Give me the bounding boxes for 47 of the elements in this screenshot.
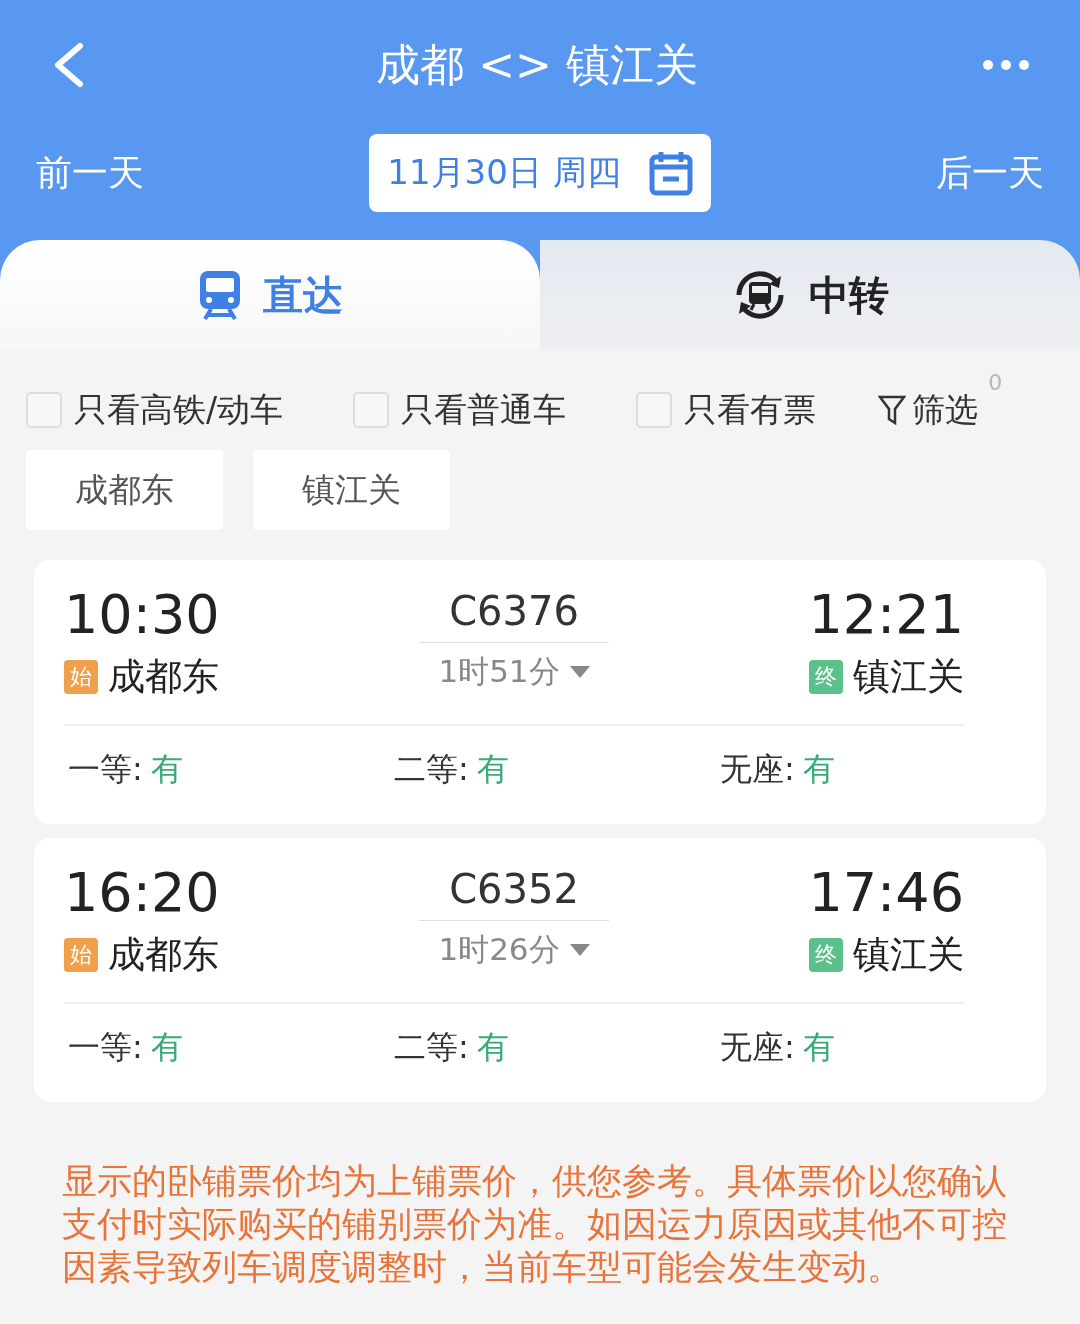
train-card[interactable]: 16:20 始 成都东 C6352 1时26分 17:46 终 镇江关 一等: 有 二等: 有 无座: 有 [34,838,1046,1102]
train-card[interactable]: 10:30 始 成都东 C6376 1时51分 12:21 终 镇江关 一等: 有 二等: 有 无座: 有 [34,560,1046,824]
station-chip[interactable]: 成都东 [26,450,223,530]
seat-availability: 有 [802,1027,835,1068]
arrival-station: 镇江关 [853,654,964,700]
departure-time: 10:30 [64,582,220,648]
departure-time: 16:20 [64,860,220,926]
train-number: C6352 [419,860,609,921]
end-badge: 终 [809,938,843,972]
seat-class: 二等: [394,749,469,790]
start-badge: 始 [64,660,98,694]
seat-class: 无座: [720,749,795,790]
filter-checkbox[interactable]: 只看高铁/动车 [26,387,284,433]
seat-availability: 有 [476,749,509,790]
seat-availability: 有 [150,749,183,790]
seat-availability: 有 [150,1027,183,1068]
seat-availability: 有 [802,749,835,790]
filter-checkbox[interactable]: 只看有票 [636,387,817,433]
caret-icon [569,666,590,678]
seat-availability: 有 [476,1027,509,1068]
start-badge: 始 [64,938,98,972]
tab[interactable]: 中转 [540,240,1080,350]
departure-station: 成都东 [108,654,219,700]
arrival-time: 17:46 [808,860,964,926]
seat-class: 无座: [720,1027,795,1068]
arrival-station: 镇江关 [853,932,964,978]
filter-checkbox[interactable]: 只看普通车 [353,387,567,433]
seat-class: 一等: [68,749,143,790]
seat-class: 一等: [68,1027,143,1068]
caret-icon [569,944,590,956]
departure-station: 成都东 [108,932,219,978]
end-badge: 终 [809,660,843,694]
funnel-icon [878,394,907,426]
filter-count: 0 [988,369,1003,395]
tab[interactable]: 直达 [0,240,540,350]
duration-button[interactable]: 1时26分 [438,929,590,971]
notice-text: 显示的卧铺票价均为上铺票价，供您参考。具体票价以您确认支付时实际购买的铺别票价为准。如因运力原因或其他不可控因素导致列车调度调整时，当前车型可能会发生变动。 [62,1160,1008,1289]
arrival-time: 12:21 [808,582,964,648]
seat-class: 二等: [394,1027,469,1068]
station-chip[interactable]: 镇江关 [253,450,450,530]
calendar-icon [648,150,693,196]
duration-button[interactable]: 1时51分 [438,651,590,693]
train-icon [197,269,243,321]
date-picker[interactable]: 11月30日 周四 [369,134,711,212]
route-title: 成都 <> 镇江关 [376,37,698,92]
train-number: C6376 [419,582,609,643]
more-icon [982,59,1030,71]
